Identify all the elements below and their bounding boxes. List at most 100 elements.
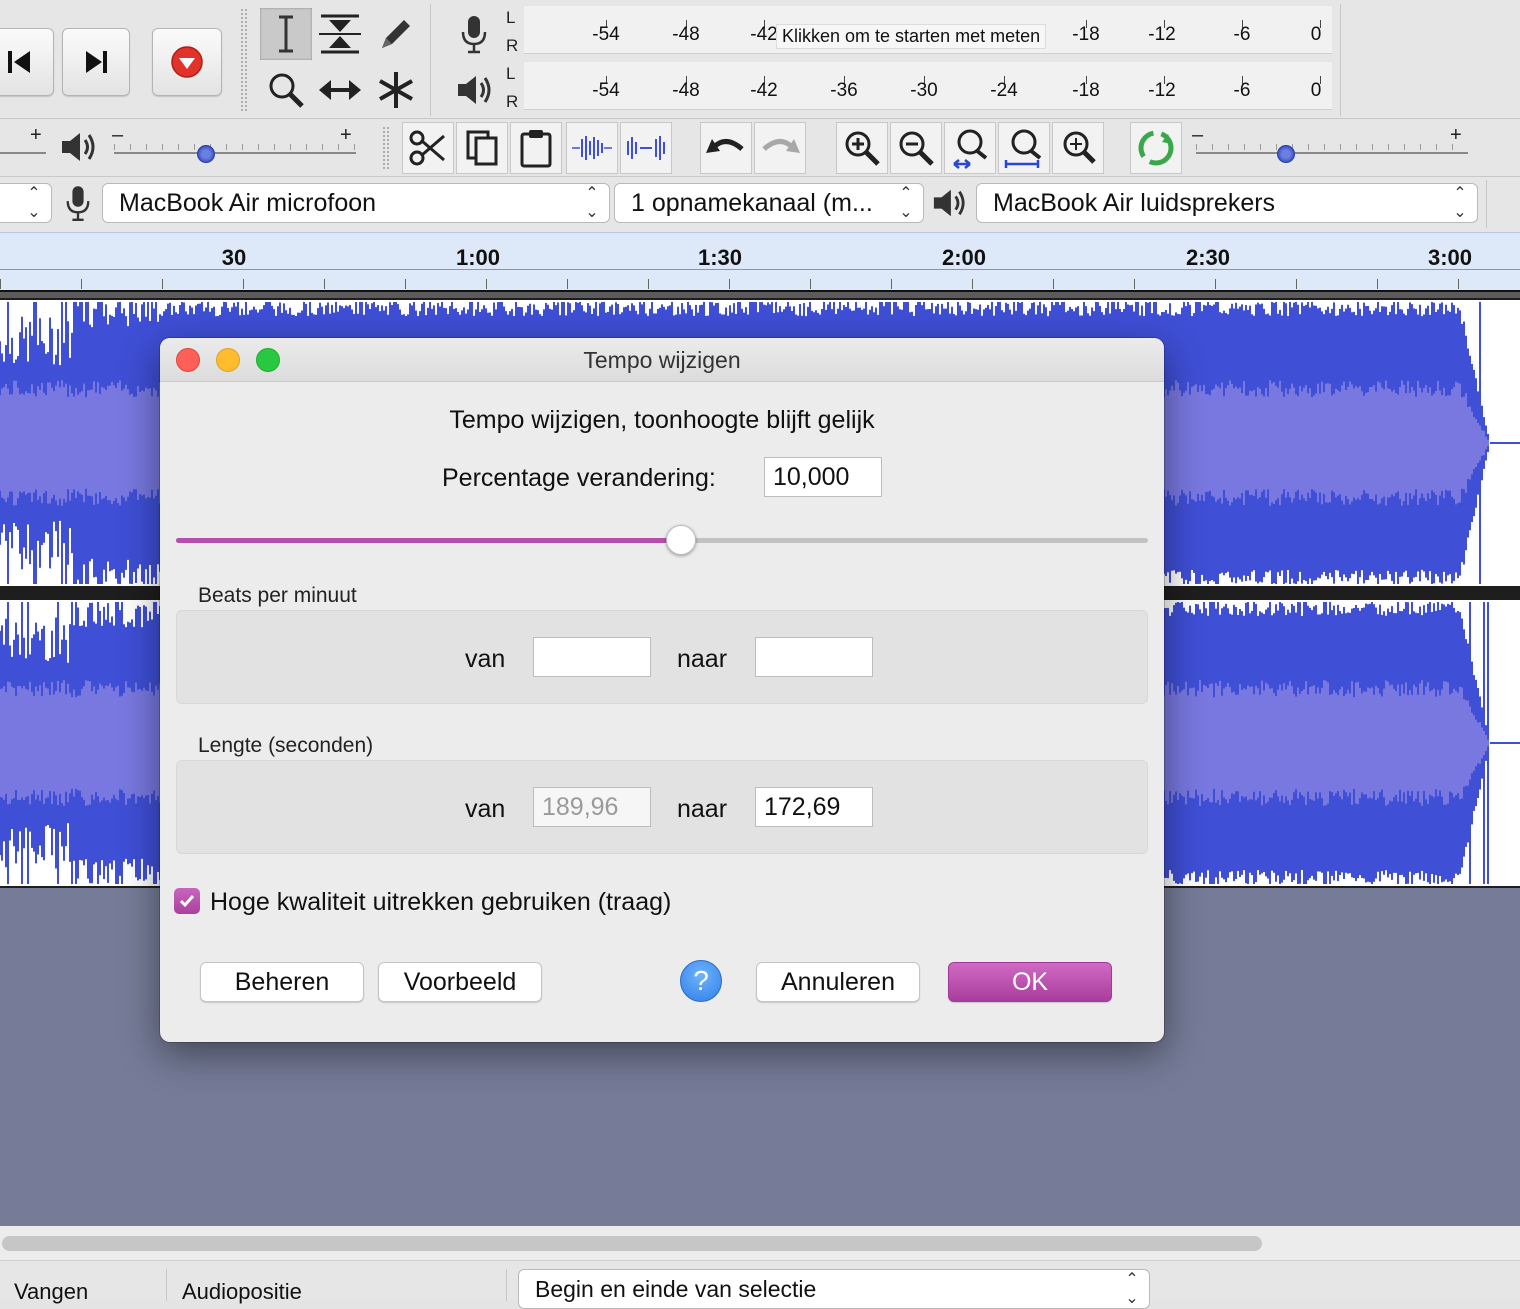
- redo-button[interactable]: [754, 122, 806, 174]
- clipboard-icon: [520, 130, 552, 168]
- play-volume-knob[interactable]: [197, 145, 215, 163]
- play-meter[interactable]: -54 -48 -42 -36 -30 -24 -18 -12 -6 0: [524, 62, 1332, 110]
- length-from-input: 189,96: [533, 787, 651, 827]
- meter-tick-label: -18: [1072, 24, 1100, 45]
- preview-button[interactable]: Voorbeeld: [378, 962, 542, 1002]
- trim-audio-button[interactable]: [566, 122, 618, 174]
- silence-waveform-icon: [627, 136, 665, 160]
- meter-start-message[interactable]: Klikken om te starten met meten: [776, 24, 1047, 49]
- multi-tool[interactable]: [370, 64, 422, 116]
- pencil-icon: [382, 20, 410, 48]
- record-icon: [171, 46, 203, 78]
- high-quality-checkbox[interactable]: [174, 888, 200, 914]
- bpm-to-label: naar: [677, 645, 728, 673]
- cancel-button[interactable]: Annuleren: [756, 962, 920, 1002]
- speed-track[interactable]: [1196, 152, 1468, 154]
- trim-waveform-icon: [572, 136, 612, 160]
- slider-thumb[interactable]: [666, 525, 696, 555]
- toolbar-grip[interactable]: [240, 8, 248, 112]
- asterisk-icon: [379, 72, 413, 108]
- high-quality-label[interactable]: Hoge kwaliteit uitrekken gebruiken (traa…: [210, 888, 671, 917]
- meter-tick-label: -18: [1072, 80, 1100, 101]
- envelope-tool[interactable]: [314, 8, 366, 60]
- silence-audio-button[interactable]: [620, 122, 672, 174]
- zoom-toggle-button[interactable]: [1052, 122, 1104, 174]
- record-meter-l-label: L: [506, 8, 516, 27]
- zoom-fit-icon: [1004, 129, 1042, 168]
- redo-icon: [762, 139, 800, 153]
- microphone-icon: [66, 186, 90, 221]
- zoom-in-button[interactable]: [836, 122, 888, 174]
- scrollbar-thumb[interactable]: [2, 1236, 1262, 1251]
- draw-tool[interactable]: [370, 8, 422, 60]
- fit-project-button[interactable]: [998, 122, 1050, 174]
- zoom-tool[interactable]: [260, 64, 312, 116]
- skip-start-icon: [8, 51, 30, 73]
- copy-button[interactable]: [456, 122, 508, 174]
- magnifier-icon: [269, 73, 304, 108]
- bpm-group-label: Beats per minuut: [198, 584, 357, 607]
- dialog-title: Tempo wijzigen: [583, 347, 741, 373]
- play-volume-track[interactable]: [114, 152, 356, 154]
- timeline-label: 1:30: [697, 245, 743, 270]
- copy-icon: [466, 130, 498, 166]
- selection-tool[interactable]: [260, 8, 312, 60]
- undo-button[interactable]: [700, 122, 752, 174]
- chevron-updown-icon: ⌃ ⌄: [899, 185, 913, 221]
- chevron-updown-icon: ⌃ ⌄: [585, 185, 599, 221]
- toolbar-grip[interactable]: [382, 126, 390, 170]
- play-meter-button[interactable]: [448, 64, 500, 116]
- input-device-value: MacBook Air microfoon: [119, 189, 377, 217]
- time-shift-tool[interactable]: [314, 64, 366, 116]
- chevron-updown-icon: ⌃ ⌄: [1453, 185, 1467, 221]
- speed-knob[interactable]: [1277, 145, 1295, 163]
- meter-tick-label: -48: [672, 24, 700, 45]
- bpm-to-input[interactable]: [755, 637, 873, 677]
- timeline-ruler[interactable]: 30 1:00 1:30 2:00 2:30 3:00: [0, 232, 1520, 290]
- length-to-input[interactable]: 172,69: [755, 787, 873, 827]
- bpm-from-input[interactable]: [533, 637, 651, 677]
- cut-button[interactable]: [402, 122, 454, 174]
- dialog-titlebar[interactable]: Tempo wijzigen: [160, 338, 1164, 382]
- toolbar-separator: [430, 4, 431, 116]
- selection-mode-value: Begin en einde van selectie: [535, 1276, 817, 1302]
- record-meter-button[interactable]: [448, 8, 500, 60]
- output-device-select[interactable]: MacBook Air luidsprekers ⌃ ⌄: [976, 183, 1478, 223]
- toolbar-separator: [1340, 4, 1341, 116]
- length-from-label: van: [465, 795, 506, 823]
- microphone-icon: [461, 16, 487, 54]
- capture-label: Vangen: [14, 1279, 89, 1304]
- paste-button[interactable]: [510, 122, 562, 174]
- zoom-out-icon: [899, 131, 934, 166]
- zoom-out-button[interactable]: [890, 122, 942, 174]
- selection-mode-select[interactable]: Begin en einde van selectie ⌃ ⌄: [518, 1269, 1150, 1309]
- record-meter[interactable]: -54 -48 -42 -18 -12 -6 0 Klikken om te s…: [524, 6, 1332, 54]
- zoom-toggle-icon: [1063, 131, 1096, 164]
- skip-to-end-button[interactable]: [62, 28, 130, 96]
- fit-selection-button[interactable]: [944, 122, 996, 174]
- manage-button[interactable]: Beheren: [200, 962, 364, 1002]
- skip-to-start-button[interactable]: [0, 28, 54, 96]
- play-at-speed-button[interactable]: [1130, 122, 1182, 174]
- input-channels-select[interactable]: 1 opnamekanaal (m... ⌃ ⌄: [614, 183, 924, 223]
- horizontal-scrollbar[interactable]: [0, 1226, 1520, 1260]
- timeline-label: 1:00: [455, 245, 501, 270]
- audio-host-select[interactable]: ⌃ ⌄: [0, 183, 52, 223]
- zoom-in-icon: [845, 131, 880, 166]
- ok-button[interactable]: OK: [948, 962, 1112, 1002]
- percent-change-slider[interactable]: [176, 522, 1148, 562]
- i-beam-icon: [279, 15, 293, 53]
- mic-icon-label: [56, 180, 100, 226]
- rec-volume-track[interactable]: [0, 152, 46, 154]
- percent-change-input[interactable]: 10,000: [764, 457, 882, 497]
- timeline-label: 2:00: [941, 245, 987, 270]
- input-device-select[interactable]: MacBook Air microfoon ⌃ ⌄: [102, 183, 610, 223]
- speaker-icon: [458, 76, 491, 104]
- arrows-horizontal-icon: [319, 80, 361, 100]
- help-button[interactable]: ?: [680, 960, 722, 1002]
- record-button[interactable]: [152, 28, 222, 96]
- skip-end-icon: [86, 51, 107, 73]
- timeline-divider: [0, 290, 1520, 298]
- meter-tick-label: -6: [1233, 80, 1251, 101]
- play-meter-r-label: R: [506, 92, 519, 111]
